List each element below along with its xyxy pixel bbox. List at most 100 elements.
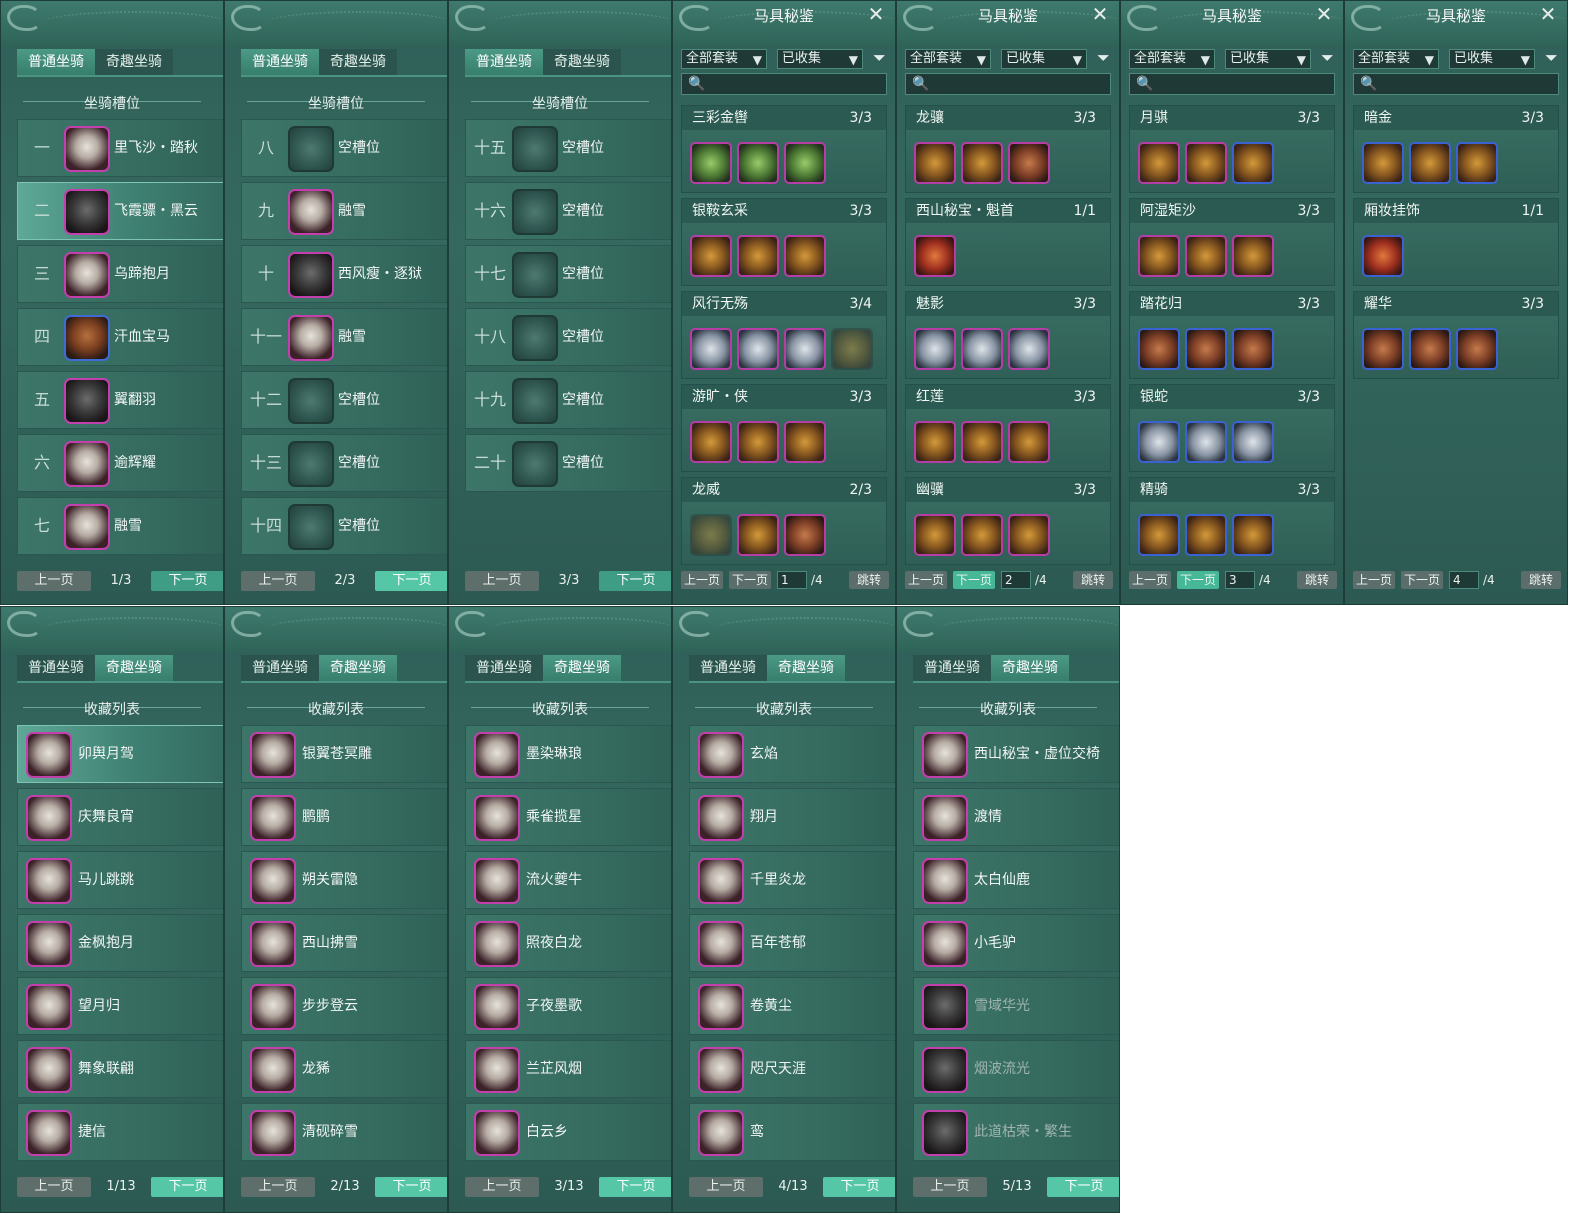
search-input[interactable]: 🔍 xyxy=(905,73,1111,95)
gear-item-icon[interactable] xyxy=(1008,514,1050,556)
gear-item-icon[interactable] xyxy=(1138,421,1180,463)
gear-item-icon[interactable] xyxy=(690,514,732,556)
gear-item-icon[interactable] xyxy=(1138,328,1180,370)
gear-item-icon[interactable] xyxy=(1138,514,1180,556)
next-page-button[interactable]: 下一页 xyxy=(1047,1177,1119,1197)
prev-page-button[interactable]: 上一页 xyxy=(689,1177,763,1197)
gear-item-icon[interactable] xyxy=(1138,235,1180,277)
gear-item-icon[interactable] xyxy=(784,235,826,277)
gear-item-icon[interactable] xyxy=(961,514,1003,556)
search-input[interactable]: 🔍 xyxy=(1129,73,1335,95)
gear-item-icon[interactable] xyxy=(690,328,732,370)
gear-set-card[interactable]: 幽骥 3/3 xyxy=(905,477,1111,565)
mount-slot-row[interactable]: 五 翼翻羽 xyxy=(17,371,223,429)
filter-funnel-icon[interactable]: ⏷ xyxy=(1097,49,1113,67)
tab-fancy-mounts[interactable]: 奇趣坐骑 xyxy=(319,655,397,681)
gear-set-card[interactable]: 精骑 3/3 xyxy=(1129,477,1335,565)
gear-set-card[interactable]: 三彩金辔 3/3 xyxy=(681,105,887,193)
tab-fancy-mounts[interactable]: 奇趣坐骑 xyxy=(991,655,1069,681)
gear-item-icon[interactable] xyxy=(690,235,732,277)
collected-filter-dropdown[interactable]: 已收集 ▼ xyxy=(777,49,863,69)
collection-row[interactable]: 鸾 xyxy=(689,1103,895,1161)
collection-row[interactable]: 咫尺天涯 xyxy=(689,1040,895,1098)
collection-row[interactable]: 烟波流光 xyxy=(913,1040,1119,1098)
mount-slot-row[interactable]: 十一 融雪 xyxy=(241,308,447,366)
gear-set-card[interactable]: 踏花归 3/3 xyxy=(1129,291,1335,379)
gear-item-icon[interactable] xyxy=(737,142,779,184)
collection-row[interactable]: 鹏鹏 xyxy=(241,788,447,846)
mount-slot-row[interactable]: 十八 空槽位 xyxy=(465,308,671,366)
gear-set-card[interactable]: 银蛇 3/3 xyxy=(1129,384,1335,472)
mount-slot-row[interactable]: 十六 空槽位 xyxy=(465,182,671,240)
tab-fancy-mounts[interactable]: 奇趣坐骑 xyxy=(95,49,173,75)
mount-slot-row[interactable]: 八 空槽位 xyxy=(241,119,447,177)
tab-normal-mounts[interactable]: 普通坐骑 xyxy=(465,49,543,75)
prev-page-button[interactable]: 上一页 xyxy=(681,571,723,589)
gear-item-icon[interactable] xyxy=(1232,514,1274,556)
mount-slot-row[interactable]: 九 融雪 xyxy=(241,182,447,240)
prev-page-button[interactable]: 上一页 xyxy=(241,571,315,591)
collection-row[interactable]: 西山拂雪 xyxy=(241,914,447,972)
collection-row[interactable]: 乘雀揽星 xyxy=(465,788,671,846)
gear-set-card[interactable]: 银鞍玄采 3/3 xyxy=(681,198,887,286)
gear-item-icon[interactable] xyxy=(1008,328,1050,370)
gear-item-icon[interactable] xyxy=(737,235,779,277)
prev-page-button[interactable]: 上一页 xyxy=(17,1177,91,1197)
prev-page-button[interactable]: 上一页 xyxy=(465,1177,539,1197)
gear-item-icon[interactable] xyxy=(961,142,1003,184)
gear-item-icon[interactable] xyxy=(1456,328,1498,370)
collection-row[interactable]: 墨染琳琅 xyxy=(465,725,671,783)
gear-item-icon[interactable] xyxy=(1008,421,1050,463)
tab-normal-mounts[interactable]: 普通坐骑 xyxy=(17,655,95,681)
mount-slot-row[interactable]: 十 西风瘦・逐狱 xyxy=(241,245,447,303)
prev-page-button[interactable]: 上一页 xyxy=(465,571,539,591)
close-icon[interactable]: ✕ xyxy=(1315,4,1333,24)
collection-row[interactable]: 马儿跳跳 xyxy=(17,851,223,909)
gear-item-icon[interactable] xyxy=(784,514,826,556)
page-number-input[interactable]: 2 xyxy=(1001,571,1031,589)
next-page-button[interactable]: 下一页 xyxy=(151,1177,223,1197)
gear-item-icon[interactable] xyxy=(690,421,732,463)
set-filter-dropdown[interactable]: 全部套装 ▼ xyxy=(905,49,991,69)
gear-item-icon[interactable] xyxy=(914,235,956,277)
gear-item-icon[interactable] xyxy=(690,142,732,184)
next-page-button[interactable]: 下一页 xyxy=(953,571,995,589)
gear-item-icon[interactable] xyxy=(737,421,779,463)
collection-row[interactable]: 玄焰 xyxy=(689,725,895,783)
gear-item-icon[interactable] xyxy=(1008,142,1050,184)
tab-fancy-mounts[interactable]: 奇趣坐骑 xyxy=(767,655,845,681)
gear-set-card[interactable]: 阿湿矩沙 3/3 xyxy=(1129,198,1335,286)
collection-row[interactable]: 照夜白龙 xyxy=(465,914,671,972)
prev-page-button[interactable]: 上一页 xyxy=(913,1177,987,1197)
gear-item-icon[interactable] xyxy=(1232,421,1274,463)
filter-funnel-icon[interactable]: ⏷ xyxy=(873,49,889,67)
collection-row[interactable]: 雪域华光 xyxy=(913,977,1119,1035)
gear-set-card[interactable]: 月骐 3/3 xyxy=(1129,105,1335,193)
page-number-input[interactable]: 3 xyxy=(1225,571,1255,589)
next-page-button[interactable]: 下一页 xyxy=(151,571,223,591)
prev-page-button[interactable]: 上一页 xyxy=(1129,571,1171,589)
prev-page-button[interactable]: 上一页 xyxy=(1353,571,1395,589)
next-page-button[interactable]: 下一页 xyxy=(729,571,771,589)
next-page-button[interactable]: 下一页 xyxy=(1177,571,1219,589)
collection-row[interactable]: 兰芷风烟 xyxy=(465,1040,671,1098)
tab-fancy-mounts[interactable]: 奇趣坐骑 xyxy=(543,49,621,75)
collection-row[interactable]: 小毛驴 xyxy=(913,914,1119,972)
gear-set-card[interactable]: 风行无殇 3/4 xyxy=(681,291,887,379)
gear-set-card[interactable]: 西山秘宝・魁首 1/1 xyxy=(905,198,1111,286)
tab-fancy-mounts[interactable]: 奇趣坐骑 xyxy=(95,655,173,681)
close-icon[interactable]: ✕ xyxy=(1539,4,1557,24)
collection-row[interactable]: 太白仙鹿 xyxy=(913,851,1119,909)
tab-fancy-mounts[interactable]: 奇趣坐骑 xyxy=(543,655,621,681)
gear-item-icon[interactable] xyxy=(1232,142,1274,184)
collection-row[interactable]: 银翼苍冥雕 xyxy=(241,725,447,783)
gear-set-card[interactable]: 龙威 2/3 xyxy=(681,477,887,565)
gear-item-icon[interactable] xyxy=(1232,328,1274,370)
tab-normal-mounts[interactable]: 普通坐骑 xyxy=(913,655,991,681)
mount-slot-row[interactable]: 十七 空槽位 xyxy=(465,245,671,303)
collection-row[interactable]: 卷黄尘 xyxy=(689,977,895,1035)
gear-item-icon[interactable] xyxy=(1232,235,1274,277)
mount-slot-row[interactable]: 六 逾辉耀 xyxy=(17,434,223,492)
gear-item-icon[interactable] xyxy=(737,328,779,370)
close-icon[interactable]: ✕ xyxy=(1091,4,1109,24)
